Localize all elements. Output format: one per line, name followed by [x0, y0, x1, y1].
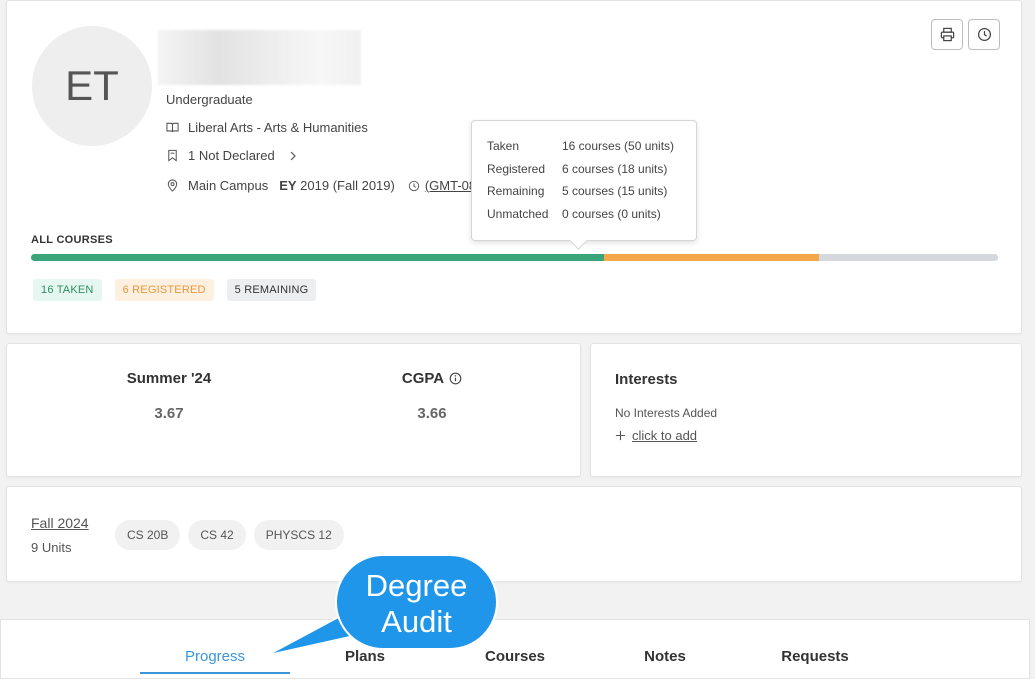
degree-audit-callout: Degree Audit	[335, 554, 498, 650]
callout-line-1: Degree	[365, 568, 468, 603]
callout-pointer	[267, 609, 382, 656]
callout-line-2: Audit	[381, 604, 452, 639]
